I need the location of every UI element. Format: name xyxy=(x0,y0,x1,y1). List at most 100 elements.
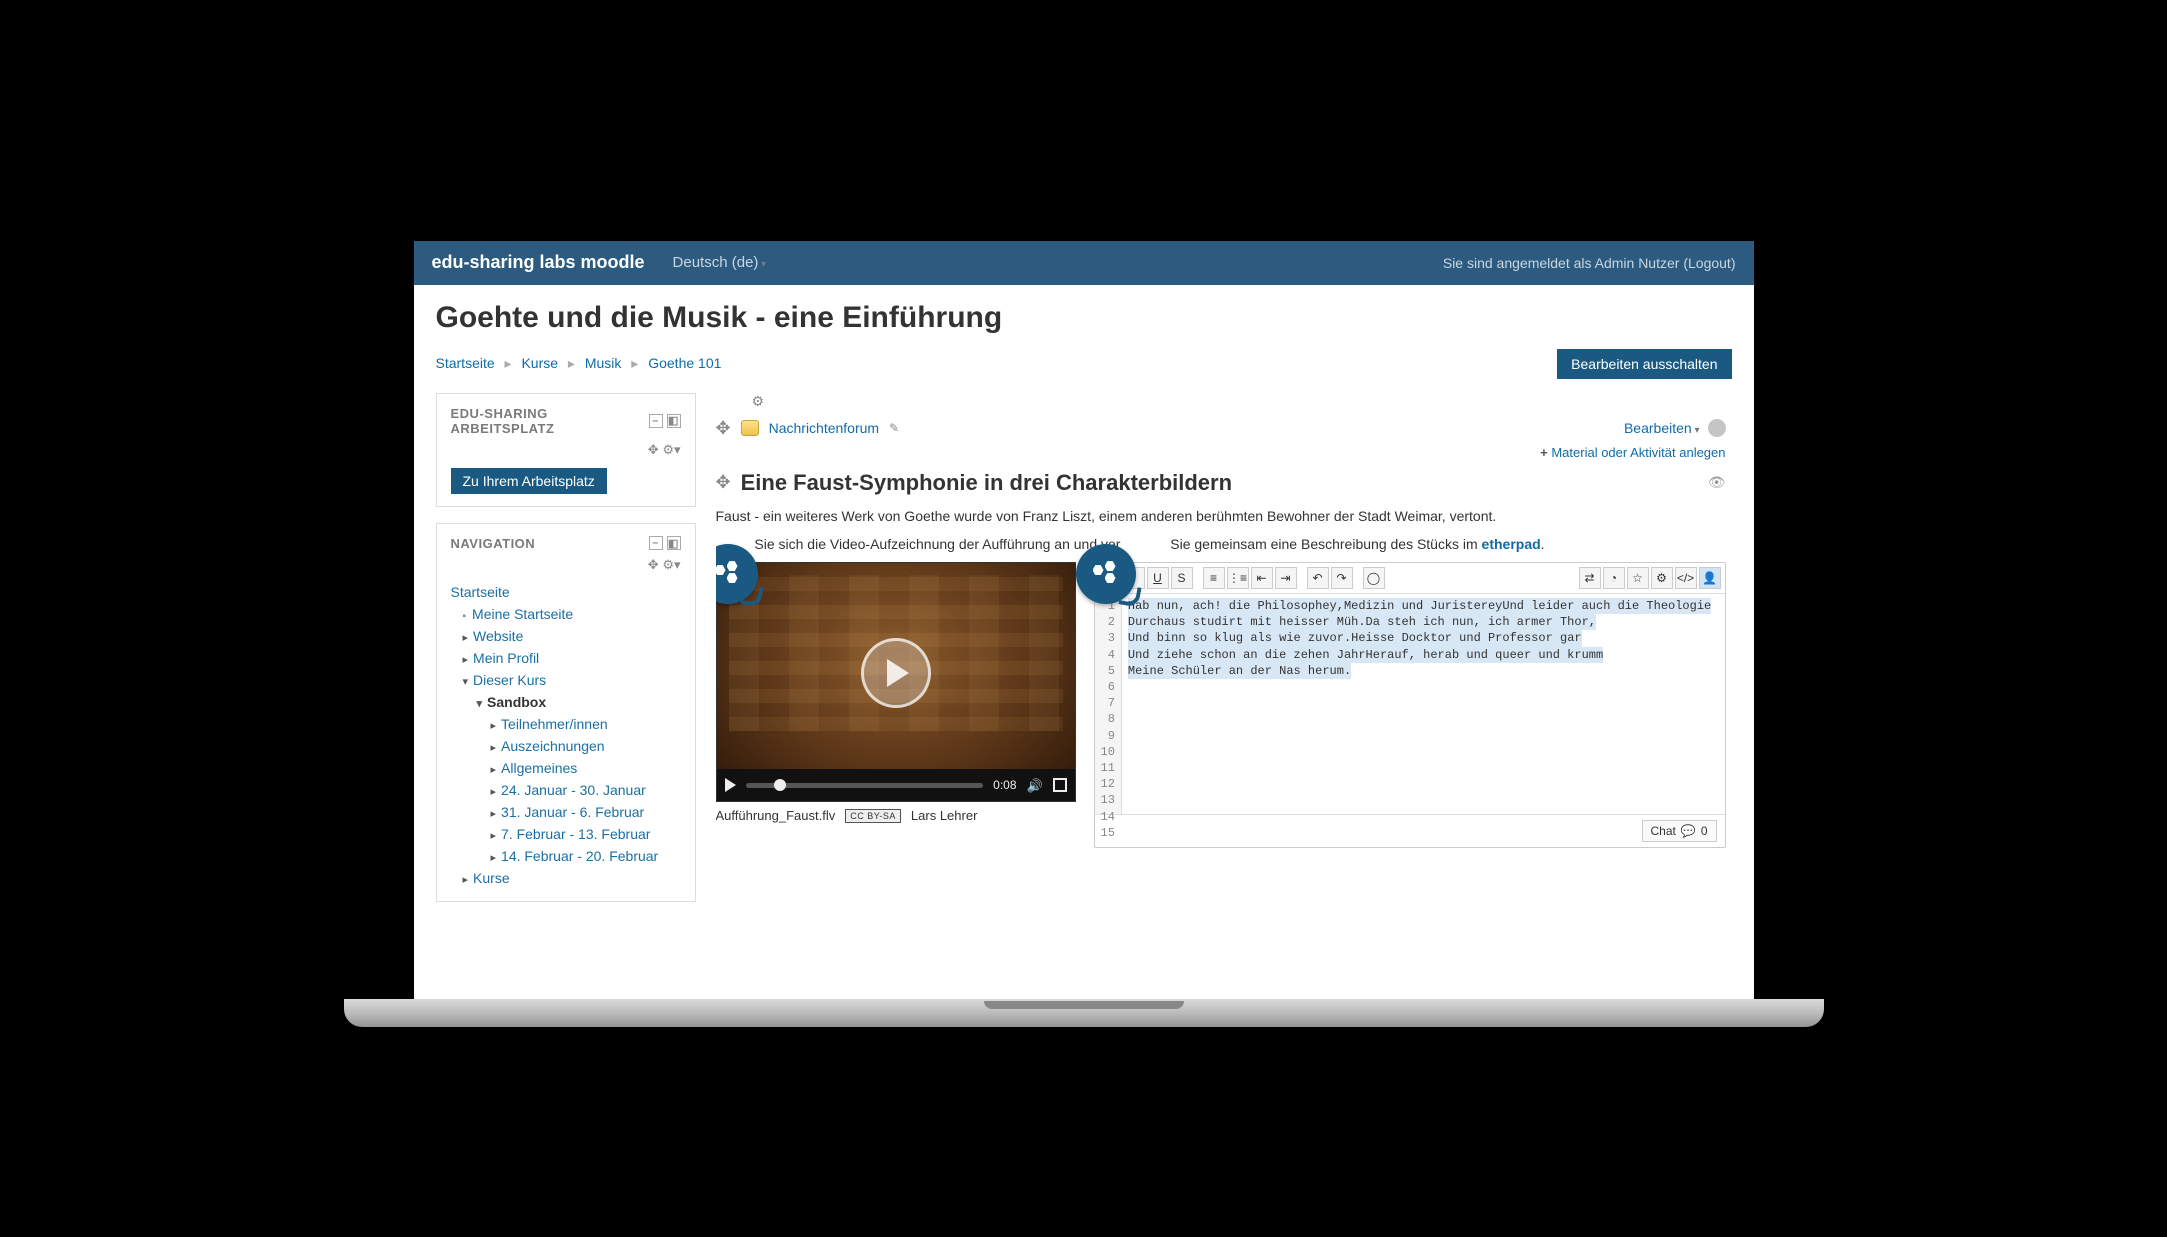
nav-week-3[interactable]: 7. Februar - 13. Februar xyxy=(451,823,681,845)
share-icon[interactable]: ⇄ xyxy=(1579,567,1601,589)
crumb-sep: ▸ xyxy=(631,355,638,371)
strike-icon[interactable]: S xyxy=(1171,567,1193,589)
workspace-block-title: EDU-SHARING ARBEITSPLATZ xyxy=(451,406,649,436)
crumb-1[interactable]: Kurse xyxy=(521,355,558,371)
embed-icon[interactable]: </> xyxy=(1675,567,1697,589)
logout-link[interactable]: Logout xyxy=(1688,255,1731,271)
fullscreen-icon[interactable] xyxy=(1053,778,1067,792)
section-title: Eine Faust-Symphonie in drei Charakterbi… xyxy=(741,470,1232,496)
top-navbar: edu-sharing labs moodle Deutsch (de) Sie… xyxy=(414,241,1754,285)
move-icon[interactable]: ✥ xyxy=(648,557,659,572)
nav-profile[interactable]: Mein Profil xyxy=(451,647,681,669)
outdent-icon[interactable]: ⇤ xyxy=(1251,567,1273,589)
nav-tree: Startseite Meine Startseite Website Mein… xyxy=(451,581,681,889)
etherpad-link[interactable]: etherpad xyxy=(1482,536,1541,552)
nav-badges[interactable]: Auszeichnungen xyxy=(451,735,681,757)
paragraph-2: xxxxx Sie sich die Video-Aufzeichnung de… xyxy=(716,534,1726,554)
edu-sharing-badge xyxy=(1076,544,1136,604)
add-activity-link[interactable]: Material oder Aktivität anlegen xyxy=(1551,445,1725,460)
chat-button[interactable]: Chat 💬 0 xyxy=(1642,820,1717,842)
nav-week-1[interactable]: 24. Januar - 30. Januar xyxy=(451,779,681,801)
etherpad-editor: B I U S ≡ ⋮≡ ⇤ ⇥ ↶ ↷ xyxy=(1094,562,1726,848)
underline-icon[interactable]: U xyxy=(1147,567,1169,589)
gear-icon[interactable]: ⚙▾ xyxy=(662,557,680,572)
plus-icon: + xyxy=(1540,445,1548,460)
undo-icon[interactable]: ↶ xyxy=(1307,567,1329,589)
move-icon[interactable]: ✥ xyxy=(716,472,731,493)
paragraph-1: Faust - ein weiteres Werk von Goethe wur… xyxy=(716,506,1726,526)
editor-text[interactable]: Hab nun, ach! die Philosophey,Medizin un… xyxy=(1122,594,1725,814)
nav-general[interactable]: Allgemeines xyxy=(451,757,681,779)
block-dock-icon[interactable]: ◧ xyxy=(667,414,681,428)
video-time: 0:08 xyxy=(993,778,1016,792)
move-icon[interactable]: ✥ xyxy=(648,442,659,457)
chat-label: Chat xyxy=(1651,824,1676,838)
nav-participants[interactable]: Teilnehmer/innen xyxy=(451,713,681,735)
block-collapse-icon[interactable]: – xyxy=(649,414,663,428)
paren-close: ) xyxy=(1731,255,1736,271)
brand-title[interactable]: edu-sharing labs moodle xyxy=(432,252,645,273)
color-icon[interactable]: ◯ xyxy=(1363,567,1385,589)
editor-toolbar: B I U S ≡ ⋮≡ ⇤ ⇥ ↶ ↷ xyxy=(1095,563,1725,594)
forum-link[interactable]: Nachrichtenforum xyxy=(769,420,880,436)
block-collapse-icon[interactable]: – xyxy=(649,536,663,550)
play-overlay-icon[interactable] xyxy=(861,638,931,708)
login-prefix: Sie sind angemeldet als xyxy=(1443,255,1595,271)
history-icon[interactable]: ◔ xyxy=(1603,567,1625,589)
toggle-edit-button[interactable]: Bearbeiten ausschalten xyxy=(1557,349,1731,379)
honeycomb-icon xyxy=(716,561,741,587)
crumb-2[interactable]: Musik xyxy=(585,355,622,371)
video-author: Lars Lehrer xyxy=(911,808,977,823)
indent-icon[interactable]: ⇥ xyxy=(1275,567,1297,589)
move-icon[interactable]: ✥ xyxy=(716,418,731,439)
nav-week-2[interactable]: 31. Januar - 6. Februar xyxy=(451,801,681,823)
language-selector[interactable]: Deutsch (de) xyxy=(673,254,767,271)
app-screen: edu-sharing labs moodle Deutsch (de) Sie… xyxy=(414,241,1754,1001)
video-player: 0:08 Aufführung_Faust.flv CC BY-SA Lars … xyxy=(716,562,1076,823)
pencil-icon[interactable]: ✎ xyxy=(889,421,899,435)
play-icon[interactable] xyxy=(725,778,736,792)
navigation-block: NAVIGATION – ◧ ✥ ⚙▾ Startseite Meine xyxy=(436,523,696,902)
breadcrumb: Startseite ▸ Kurse ▸ Musik ▸ Goethe 101 xyxy=(436,355,722,372)
settings-icon[interactable]: ⚙ xyxy=(1651,567,1673,589)
person-icon[interactable] xyxy=(1708,419,1726,437)
workspace-block: EDU-SHARING ARBEITSPLATZ – ◧ ✥ ⚙▾ Zu Ihr… xyxy=(436,393,696,507)
chat-count: 0 xyxy=(1701,824,1708,838)
para2-part2: Sie gemeinsam eine Beschreibung des Stüc… xyxy=(1170,536,1481,552)
video-stage[interactable]: 0:08 xyxy=(716,562,1076,802)
list-ul-icon[interactable]: ⋮≡ xyxy=(1227,567,1249,589)
crumb-sep: ▸ xyxy=(505,355,512,371)
forum-icon xyxy=(741,420,759,436)
nav-week-4[interactable]: 14. Februar - 20. Februar xyxy=(451,845,681,867)
nav-home[interactable]: Startseite xyxy=(451,581,681,603)
crumb-0[interactable]: Startseite xyxy=(436,355,495,371)
users-icon[interactable]: 👤 xyxy=(1699,567,1721,589)
video-controls: 0:08 xyxy=(717,769,1075,801)
edit-dropdown[interactable]: Bearbeiten xyxy=(1624,420,1700,436)
eye-icon[interactable]: 👁 xyxy=(1708,474,1726,491)
navigation-block-title: NAVIGATION xyxy=(451,536,536,551)
user-link[interactable]: Admin Nutzer xyxy=(1595,255,1680,271)
list-ol-icon[interactable]: ≡ xyxy=(1203,567,1225,589)
login-status: Sie sind angemeldet als Admin Nutzer (Lo… xyxy=(1443,255,1736,271)
workspace-button[interactable]: Zu Ihrem Arbeitsplatz xyxy=(451,468,607,494)
nav-my-home[interactable]: Meine Startseite xyxy=(451,603,681,625)
nav-courses[interactable]: Kurse xyxy=(451,867,681,889)
gear-icon[interactable]: ⚙▾ xyxy=(662,442,680,457)
license-badge: CC BY-SA xyxy=(845,809,901,823)
seek-track[interactable] xyxy=(746,783,984,788)
nav-website[interactable]: Website xyxy=(451,625,681,647)
redo-icon[interactable]: ↷ xyxy=(1331,567,1353,589)
line-numbers: 123456789101112131415 xyxy=(1095,594,1122,814)
page-title: Goehte und die Musik - eine Einführung xyxy=(436,301,1732,335)
video-filename: Aufführung_Faust.flv xyxy=(716,808,836,823)
section-gear-icon[interactable]: ⚙ xyxy=(752,393,765,409)
star-icon[interactable]: ☆ xyxy=(1627,567,1649,589)
block-dock-icon[interactable]: ◧ xyxy=(667,536,681,550)
volume-icon[interactable] xyxy=(1027,778,1043,792)
nav-this-course[interactable]: Dieser Kurs xyxy=(451,669,681,691)
para2-part1: Sie sich die Video-Aufzeichnung der Auff… xyxy=(754,536,1120,552)
crumb-3[interactable]: Goethe 101 xyxy=(648,355,721,371)
nav-sandbox[interactable]: Sandbox xyxy=(451,691,681,713)
honeycomb-icon xyxy=(1093,561,1119,587)
